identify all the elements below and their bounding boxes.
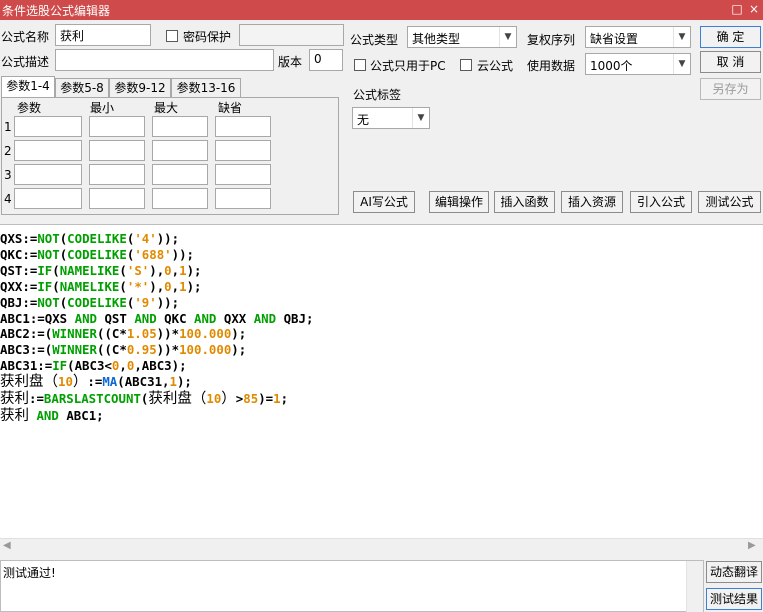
tab-params-13-16[interactable]: 参数13-16 — [171, 78, 241, 98]
restore-sequence-value: 缺省设置 — [590, 32, 639, 46]
param-max-input[interactable] — [152, 188, 208, 209]
title-bar: 条件选股公式编辑器 □ × — [0, 0, 763, 20]
code-line: ABC1:=QXS AND QST AND QKC AND QXX AND QB… — [0, 310, 314, 326]
scroll-right-icon[interactable]: ▶ — [748, 540, 756, 551]
param-default-input[interactable] — [215, 116, 271, 137]
cloud-formula-checkbox[interactable] — [460, 59, 472, 71]
param-min-input[interactable] — [89, 140, 145, 161]
dynamic-translate-button[interactable]: 动态翻译 — [706, 561, 762, 583]
scroll-left-icon[interactable]: ◀ — [3, 540, 11, 551]
param-max-input[interactable] — [152, 140, 208, 161]
param-max-input[interactable] — [152, 116, 208, 137]
ai-write-formula-button[interactable]: AI写公式 — [353, 191, 415, 213]
usage-data-value: 1000个 — [590, 59, 633, 73]
formula-desc-input[interactable] — [55, 49, 274, 71]
param-min-input[interactable] — [89, 116, 145, 137]
formula-tag-label: 公式标签 — [353, 88, 402, 102]
param-row-num: 2 — [4, 144, 12, 158]
param-default-input[interactable] — [215, 188, 271, 209]
param-header-min: 最小 — [90, 101, 115, 115]
formula-type-select[interactable]: 其他类型 ▼ — [407, 26, 517, 48]
code-line: ABC31:=IF(ABC3<0,0,ABC3); — [0, 358, 187, 374]
code-line: ABC2:=(WINNER((C*1.05))*100.000); — [0, 326, 247, 342]
formula-tag-select[interactable]: 无 ▼ — [352, 107, 430, 129]
param-header-name: 参数 — [17, 101, 42, 115]
param-default-input[interactable] — [215, 140, 271, 161]
code-line: 获利:=BARSLASTCOUNT(获利盘（10）>85)=1; — [0, 391, 289, 408]
param-min-input[interactable] — [89, 188, 145, 209]
param-name-input[interactable] — [14, 164, 82, 185]
formula-name-label: 公式名称 — [1, 30, 50, 44]
param-header-default: 缺省 — [218, 101, 243, 115]
version-input[interactable]: 0 — [309, 49, 343, 71]
pc-only-checkbox[interactable] — [354, 59, 366, 71]
param-name-input[interactable] — [14, 140, 82, 161]
tab-params-5-8[interactable]: 参数5-8 — [55, 78, 109, 98]
formula-type-value: 其他类型 — [412, 32, 461, 46]
param-name-input[interactable] — [14, 188, 82, 209]
usage-data-label: 使用数据 — [527, 59, 576, 73]
edit-operations-button[interactable]: 编辑操作 — [429, 191, 489, 213]
vertical-scrollbar[interactable] — [686, 561, 703, 612]
code-line: 获利盘（10）:=MA(ABC31,1); — [0, 374, 192, 391]
code-line: QST:=IF(NAMELIKE('S'),0,1); — [0, 262, 202, 278]
version-label: 版本 — [278, 55, 303, 69]
cancel-button[interactable]: 取 消 — [700, 51, 761, 73]
horizontal-scrollbar[interactable]: ◀ ▶ — [0, 538, 763, 554]
import-formula-button[interactable]: 引入公式 — [630, 191, 692, 213]
formula-type-label: 公式类型 — [350, 33, 399, 47]
usage-data-select[interactable]: 1000个 ▼ — [585, 53, 691, 75]
cloud-formula-label: 云公式 — [477, 59, 514, 73]
param-row-num: 4 — [4, 192, 12, 206]
code-line: QBJ:=NOT(CODELIKE('9')); — [0, 294, 180, 310]
maximize-icon[interactable]: □ — [728, 1, 746, 18]
test-formula-button[interactable]: 测试公式 — [698, 191, 761, 213]
param-name-input[interactable] — [14, 116, 82, 137]
code-line: QXS:=NOT(CODELIKE('4')); — [0, 231, 180, 246]
formula-tag-value: 无 — [357, 113, 370, 127]
restore-sequence-label: 复权序列 — [527, 33, 576, 47]
chevron-down-icon[interactable]: ▼ — [499, 27, 516, 47]
param-max-input[interactable] — [152, 164, 208, 185]
param-row-num: 1 — [4, 120, 12, 134]
tab-params-9-12[interactable]: 参数9-12 — [109, 78, 171, 98]
code-text: QXS:=NOT(CODELIKE('4')); QKC:=NOT(CODELIK… — [0, 231, 313, 425]
save-as-button[interactable]: 另存为 — [700, 78, 761, 100]
code-editor[interactable]: QXS:=NOT(CODELIKE('4')); QKC:=NOT(CODELIK… — [0, 224, 763, 538]
password-protect-checkbox[interactable] — [166, 30, 178, 42]
code-line: ABC3:=(WINNER((C*0.95))*100.000); — [0, 342, 247, 358]
restore-sequence-select[interactable]: 缺省设置 ▼ — [585, 26, 691, 48]
pc-only-label: 公式只用于PC — [370, 59, 446, 73]
password-input[interactable] — [239, 24, 344, 46]
chevron-down-icon[interactable]: ▼ — [673, 54, 690, 74]
chevron-down-icon[interactable]: ▼ — [412, 108, 429, 128]
test-output-panel: 测试通过! — [0, 560, 704, 612]
insert-function-button[interactable]: 插入函数 — [494, 191, 555, 213]
code-line: QKC:=NOT(CODELIKE('688')); — [0, 246, 195, 262]
param-default-input[interactable] — [215, 164, 271, 185]
param-min-input[interactable] — [89, 164, 145, 185]
status-message: 测试通过! — [3, 566, 56, 580]
test-result-button[interactable]: 测试结果 — [706, 588, 762, 610]
formula-name-input[interactable]: 获利 — [55, 24, 151, 46]
insert-resource-button[interactable]: 插入资源 — [561, 191, 623, 213]
formula-desc-label: 公式描述 — [1, 55, 50, 69]
window-title: 条件选股公式编辑器 — [2, 4, 111, 18]
param-header-max: 最大 — [154, 101, 179, 115]
close-icon[interactable]: × — [745, 1, 763, 18]
password-protect-label: 密码保护 — [183, 30, 232, 44]
ok-button[interactable]: 确 定 — [700, 26, 761, 48]
code-line: QXX:=IF(NAMELIKE('*'),0,1); — [0, 278, 202, 294]
tab-params-1-4[interactable]: 参数1-4 — [1, 76, 55, 98]
code-line: 获利 AND ABC1; — [0, 407, 104, 424]
param-row-num: 3 — [4, 168, 12, 182]
chevron-down-icon[interactable]: ▼ — [673, 27, 690, 47]
